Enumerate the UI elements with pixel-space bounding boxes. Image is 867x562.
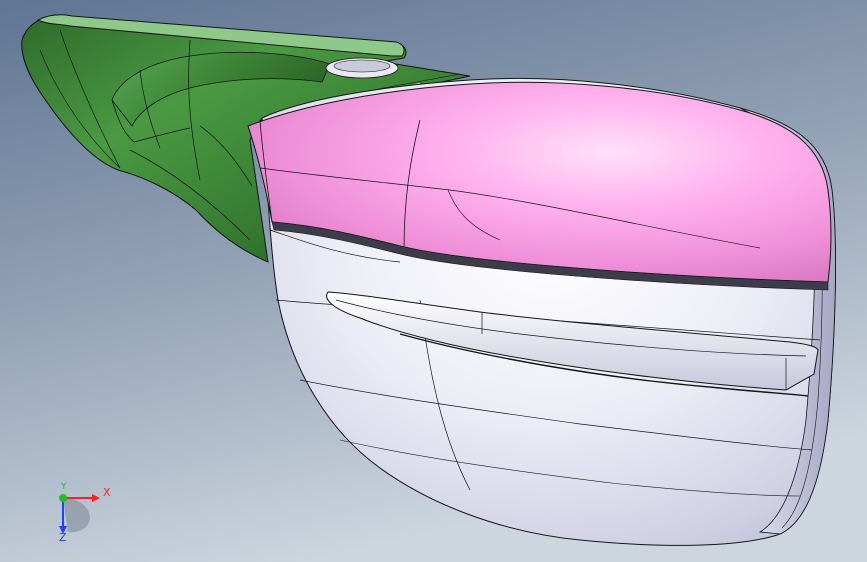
graphics-viewport[interactable]: X Y Z [0, 0, 867, 562]
z-axis-label: Z [59, 531, 67, 544]
model-scene[interactable] [0, 0, 867, 562]
y-axis-label: Y [61, 482, 67, 492]
x-axis-label: X [103, 486, 111, 499]
coordinate-triad[interactable]: X Y Z [46, 482, 116, 546]
